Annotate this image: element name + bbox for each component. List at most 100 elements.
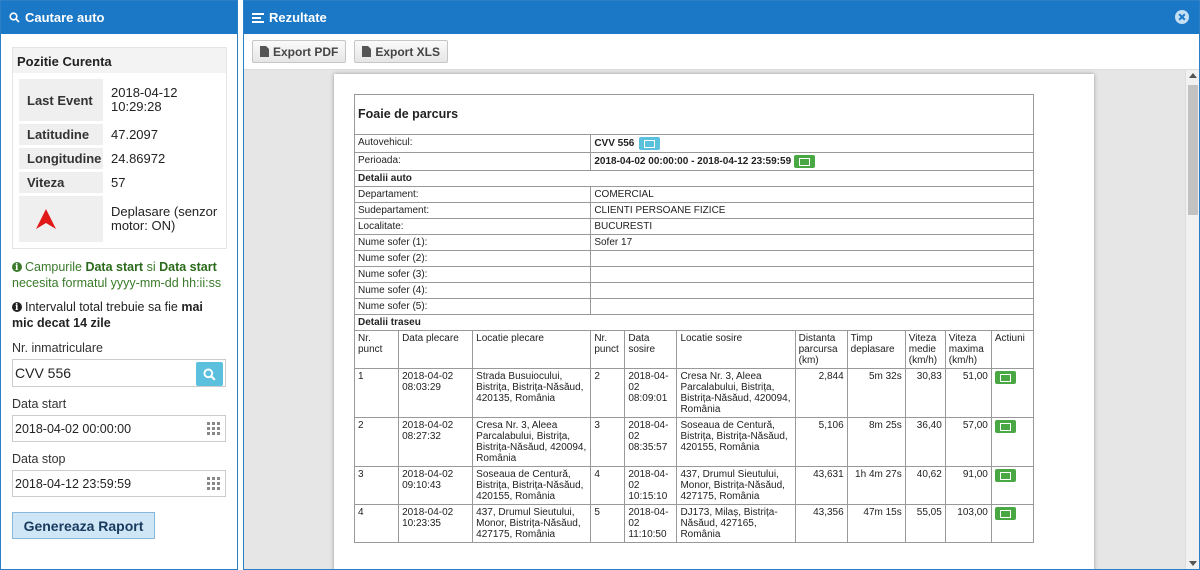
column-header: Viteza maxima (km/h) bbox=[944, 330, 992, 369]
current-position-title: Pozitie Curenta bbox=[13, 48, 226, 73]
speed-value: 57 bbox=[111, 174, 126, 190]
stop-date-input[interactable]: 2018-04-12 23:59:59 bbox=[12, 470, 226, 497]
info-icon bbox=[12, 300, 22, 316]
speed-label: Viteza bbox=[19, 172, 103, 193]
latitude-label: Latitudine bbox=[19, 124, 103, 145]
column-header: Timp deplasare bbox=[846, 330, 906, 369]
actions-cell bbox=[990, 466, 1035, 505]
map-icon[interactable] bbox=[793, 155, 815, 168]
scroll-thumb[interactable] bbox=[1188, 85, 1198, 215]
report-page: Foaie de parcurs Autovehicul: CVV 556 Pe… bbox=[334, 74, 1094, 569]
column-header: Nr. punct bbox=[353, 330, 400, 369]
auto-value: BUCURESTI bbox=[590, 218, 1034, 235]
column-header: Data plecare bbox=[398, 330, 474, 369]
direction-arrow-icon bbox=[36, 209, 56, 229]
search-panel-title: Cautare auto bbox=[25, 10, 105, 25]
file-icon bbox=[362, 46, 372, 57]
cell: 2018-04-02 09:10:43 bbox=[398, 466, 474, 505]
scroll-down-icon[interactable] bbox=[1189, 561, 1197, 566]
cell: 43,356 bbox=[794, 504, 848, 543]
cell: 2 bbox=[353, 417, 400, 467]
actions-cell bbox=[990, 417, 1035, 467]
results-panel: Rezultate Export PDF Export XLS Foaie de… bbox=[243, 0, 1200, 570]
report-table: Foaie de parcurs Autovehicul: CVV 556 Pe… bbox=[353, 94, 1035, 543]
stop-date-value: 2018-04-12 23:59:59 bbox=[15, 476, 132, 491]
cell: Cresa Nr. 3, Aleea Parcalabului, Bistriț… bbox=[676, 368, 796, 418]
period-value: 2018-04-02 00:00:00 - 2018-04-12 23:59:5… bbox=[594, 156, 792, 168]
cell: 2018-04-02 10:23:35 bbox=[398, 504, 474, 543]
cell: DJ173, Milaș, Bistrița-Năsăud, 427165, R… bbox=[676, 504, 796, 543]
map-icon[interactable] bbox=[994, 420, 1016, 433]
column-header: Distanta parcursa (km) bbox=[794, 330, 848, 369]
cell: 2018-04-02 10:15:10 bbox=[624, 466, 678, 505]
export-toolbar: Export PDF Export XLS bbox=[244, 34, 1199, 70]
cell: 36,40 bbox=[904, 417, 946, 467]
calendar-icon[interactable] bbox=[207, 422, 221, 436]
viewer-scrollbar[interactable] bbox=[1185, 70, 1199, 569]
actions-cell bbox=[990, 368, 1035, 418]
current-position-box: Pozitie Curenta Last Event 2018-04-12 10… bbox=[12, 47, 227, 249]
close-icon[interactable] bbox=[1175, 10, 1189, 24]
cell: 2,844 bbox=[794, 368, 848, 418]
report-title: Foaie de parcurs bbox=[354, 94, 1034, 135]
auto-value bbox=[590, 298, 1034, 315]
plate-input[interactable]: CVV 556 bbox=[12, 359, 226, 387]
auto-label: Nume sofer (3): bbox=[353, 266, 592, 283]
latitude-value: 47.2097 bbox=[111, 126, 158, 142]
export-pdf-button[interactable]: Export PDF bbox=[252, 40, 347, 63]
start-date-input[interactable]: 2018-04-02 00:00:00 bbox=[12, 415, 226, 442]
last-event-value: 2018-04-12 10:29:28 bbox=[111, 85, 178, 114]
start-date-label: Data start bbox=[12, 397, 67, 411]
auto-value bbox=[590, 266, 1034, 283]
map-icon[interactable] bbox=[994, 371, 1016, 384]
generate-report-button[interactable]: Genereaza Raport bbox=[12, 512, 155, 539]
calendar-icon[interactable] bbox=[207, 477, 221, 491]
results-panel-title: Rezultate bbox=[269, 10, 327, 25]
route-header-row: Nr. punct Data plecare Locatie plecare N… bbox=[353, 330, 1035, 369]
scroll-up-icon[interactable] bbox=[1189, 73, 1197, 78]
start-date-value: 2018-04-02 00:00:00 bbox=[15, 421, 132, 436]
motion-status: Deplasare (senzor motor: ON) bbox=[111, 204, 218, 233]
table-row: 4 2018-04-02 10:23:35 437, Drumul Sieutu… bbox=[353, 504, 1035, 543]
cell: 30,83 bbox=[904, 368, 946, 418]
auto-label: Sudepartament: bbox=[353, 202, 592, 219]
auto-label: Nume sofer (1): bbox=[353, 234, 592, 251]
column-header: Nr. punct bbox=[590, 330, 626, 369]
cell: Cresa Nr. 3, Aleea Parcalabului, Bistriț… bbox=[472, 417, 592, 467]
folder-open-icon[interactable] bbox=[639, 137, 661, 150]
auto-label: Departament: bbox=[353, 186, 592, 203]
list-icon bbox=[252, 12, 264, 23]
auto-label: Nume sofer (5): bbox=[353, 298, 592, 315]
report-viewer[interactable]: Foaie de parcurs Autovehicul: CVV 556 Pe… bbox=[244, 70, 1199, 569]
date-format-note: Campurile Data start si Data start neces… bbox=[12, 259, 226, 291]
cell: 57,00 bbox=[944, 417, 992, 467]
cell: 5,106 bbox=[794, 417, 848, 467]
search-icon bbox=[203, 367, 216, 381]
plate-search-button[interactable] bbox=[196, 362, 223, 386]
map-icon[interactable] bbox=[994, 507, 1016, 520]
cell: 3 bbox=[353, 466, 400, 505]
auto-value bbox=[590, 282, 1034, 299]
column-header: Locatie sosire bbox=[676, 330, 796, 369]
cell: 47m 15s bbox=[846, 504, 906, 543]
results-panel-header: Rezultate bbox=[244, 1, 1199, 34]
cell: 103,00 bbox=[944, 504, 992, 543]
cell: 4 bbox=[353, 504, 400, 543]
vehicle-value: CVV 556 bbox=[594, 138, 635, 150]
cell: 4 bbox=[590, 466, 626, 505]
auto-details-heading: Detalii auto bbox=[354, 170, 1034, 187]
table-row: 1 2018-04-02 08:03:29 Strada Busuiocului… bbox=[353, 368, 1035, 418]
table-row: 3 2018-04-02 09:10:43 Soseaua de Centură… bbox=[353, 466, 1035, 505]
cell: 40,62 bbox=[904, 466, 946, 505]
cell: 2018-04-02 08:27:32 bbox=[398, 417, 474, 467]
cell: 2018-04-02 08:09:01 bbox=[624, 368, 678, 418]
column-header: Viteza medie (km/h) bbox=[904, 330, 946, 369]
map-icon[interactable] bbox=[994, 469, 1016, 482]
export-xls-button[interactable]: Export XLS bbox=[354, 40, 449, 63]
auto-value: COMERCIAL bbox=[590, 186, 1034, 203]
period-cell: 2018-04-02 00:00:00 - 2018-04-12 23:59:5… bbox=[590, 152, 1034, 171]
search-panel-header: Cautare auto bbox=[1, 1, 237, 34]
stop-date-label: Data stop bbox=[12, 452, 66, 466]
cell: Soseaua de Centură, Bistrița, Bistrița-N… bbox=[472, 466, 592, 505]
route-details-heading: Detalii traseu bbox=[354, 314, 1034, 331]
